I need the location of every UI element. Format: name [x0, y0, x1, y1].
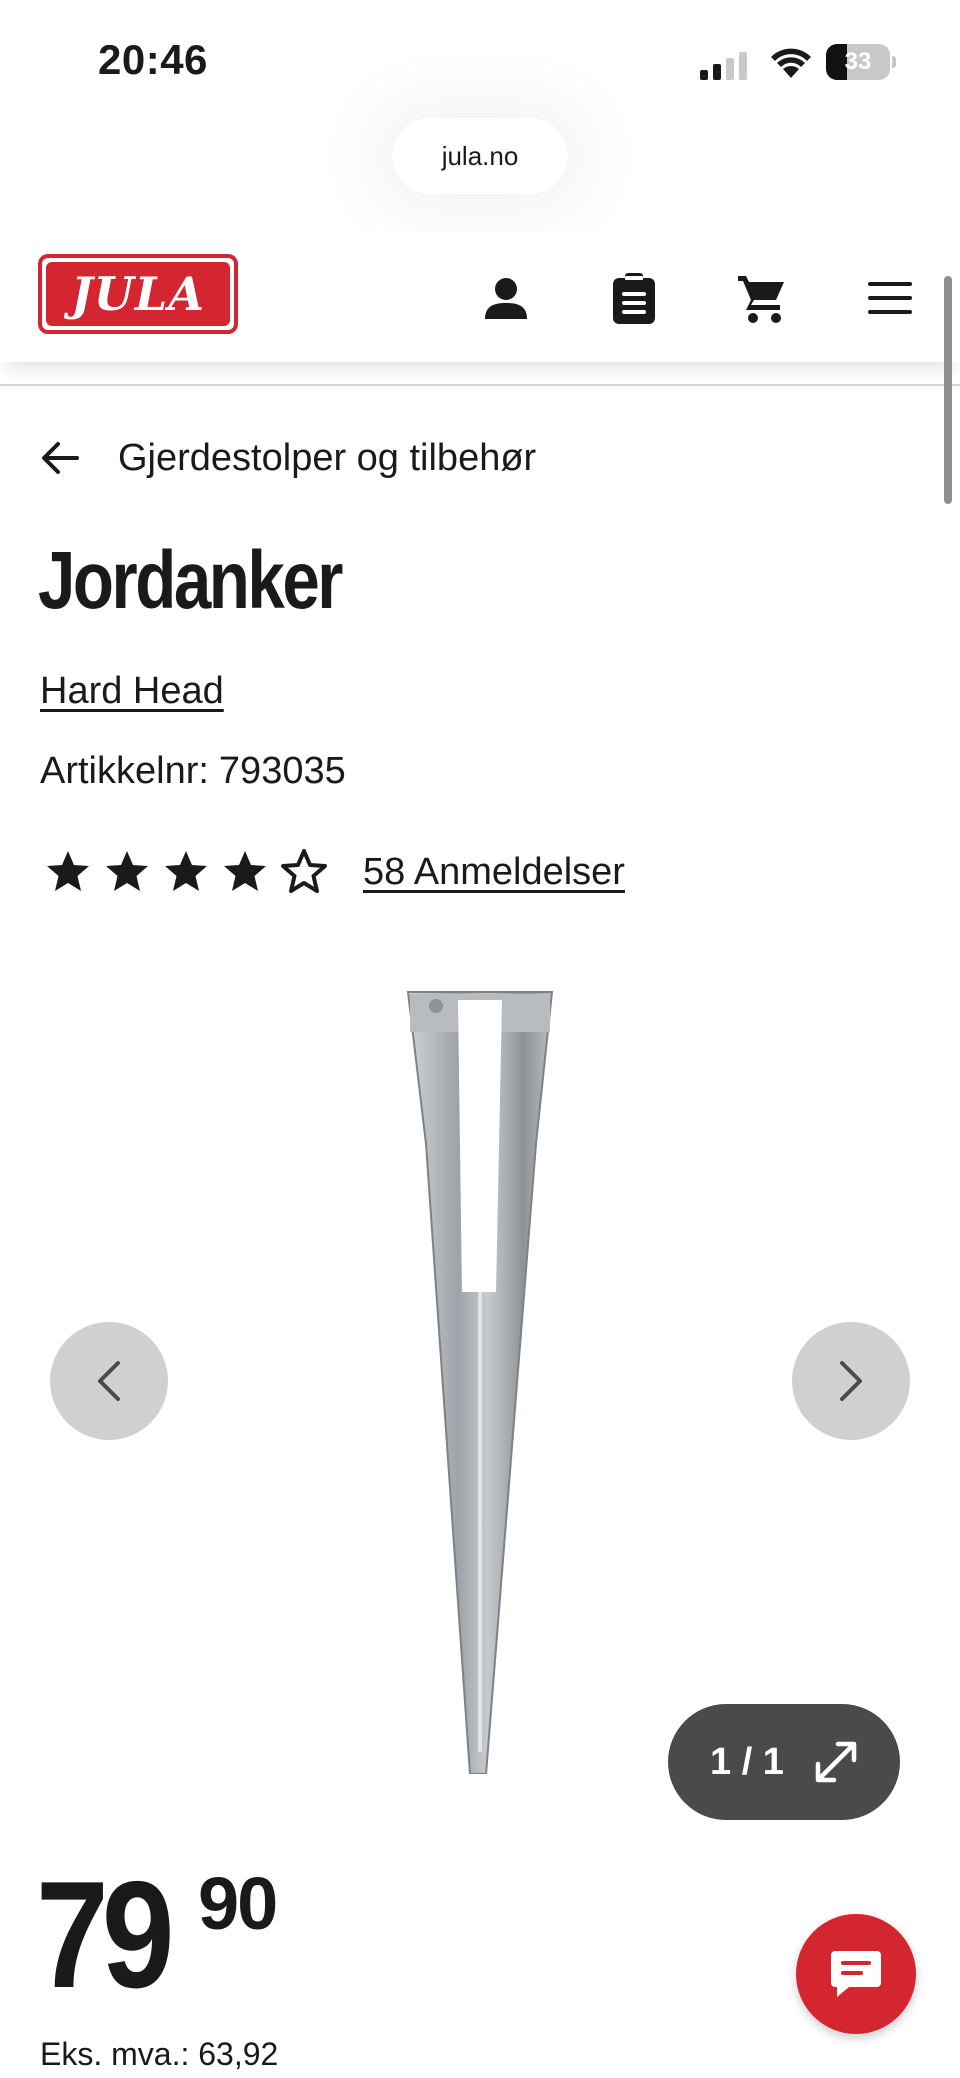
price-decimal: 90 — [198, 1862, 278, 1945]
chat-icon — [831, 1951, 881, 1997]
image-prev-button[interactable] — [50, 1322, 168, 1440]
battery-icon: 33 — [826, 44, 896, 80]
expand-icon — [815, 1741, 857, 1783]
image-counter-expand-button[interactable]: 1 / 1 — [668, 1704, 900, 1820]
chevron-left-icon — [98, 1361, 120, 1401]
wifi-icon — [771, 48, 811, 78]
breadcrumb[interactable]: Gjerdestolper og tilbehør — [40, 428, 536, 488]
jula-logo[interactable]: JULA — [38, 254, 238, 334]
image-next-button[interactable] — [792, 1322, 910, 1440]
product-image[interactable] — [400, 984, 560, 1774]
cellular-signal-icon — [700, 46, 750, 80]
image-counter: 1 / 1 — [710, 1740, 784, 1783]
brand-link[interactable]: Hard Head — [40, 670, 224, 713]
status-bar: 20:46 33 — [0, 0, 960, 120]
scrollbar[interactable] — [944, 276, 952, 504]
price-ex-vat: Eks. mva.: 63,92 — [40, 2036, 279, 2072]
chevron-right-icon — [840, 1361, 862, 1401]
shopping-list-icon[interactable] — [604, 268, 664, 328]
rating-stars — [44, 848, 339, 896]
product-page: 20:46 33 jula.no JULA Gjerdestolper og t… — [0, 0, 960, 2078]
cart-icon[interactable] — [732, 268, 792, 328]
status-time: 20:46 — [98, 36, 208, 83]
product-title: Jordanker — [38, 535, 343, 626]
menu-icon[interactable] — [860, 268, 920, 328]
star-filled-icon — [165, 851, 207, 891]
breadcrumb-label: Gjerdestolper og tilbehør — [118, 436, 537, 479]
star-filled-icon — [106, 851, 148, 891]
url-bar[interactable]: jula.no — [392, 118, 568, 194]
chat-button[interactable] — [796, 1914, 916, 2034]
header-divider — [0, 384, 960, 386]
user-icon[interactable] — [476, 268, 536, 328]
arrow-left-icon — [40, 428, 98, 488]
rating: 58 Anmeldelser — [44, 842, 625, 902]
article-number: 793035 — [218, 750, 346, 792]
star-filled-icon — [47, 851, 89, 891]
site-header: JULA — [0, 232, 960, 362]
article-number-label: Artikkelnr: — [40, 750, 209, 792]
article-number-row: Artikkelnr: 793035 — [40, 750, 346, 793]
price-integer: 79 — [36, 1850, 175, 2020]
reviews-link[interactable]: 58 Anmeldelser — [363, 851, 625, 894]
star-filled-icon — [224, 851, 266, 891]
star-outline-icon — [281, 849, 327, 893]
battery-level: 33 — [844, 48, 872, 75]
price: 79 90 — [36, 1850, 278, 2020]
logo-text: JULA — [46, 262, 230, 326]
